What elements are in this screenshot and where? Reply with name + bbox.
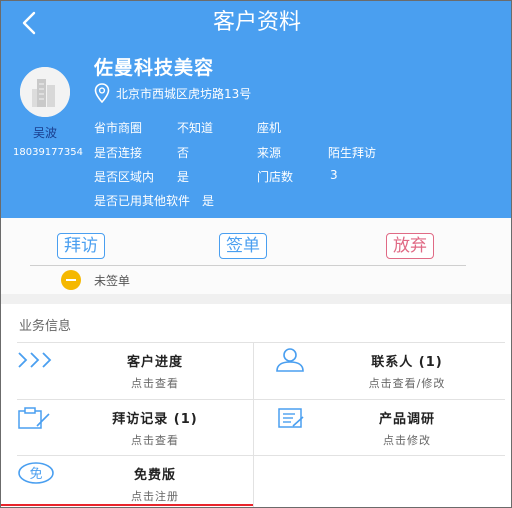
- navbar: 客户资料: [1, 1, 511, 45]
- cell-title: 客户进度: [126, 355, 183, 370]
- cell-subtitle: 点击注册: [131, 490, 179, 503]
- visit-button[interactable]: 拜访: [57, 233, 105, 259]
- info-label-in-region: 是否区域内: [94, 170, 155, 184]
- action-bar: 拜访 签单 放弃 未签单: [1, 218, 511, 294]
- info-label-other-software: 是否已用其他软件: [94, 194, 191, 208]
- grid-line: [253, 342, 254, 507]
- status-row: 未签单: [61, 270, 130, 290]
- survey-icon: [278, 408, 304, 428]
- cell-title: 产品调研: [378, 412, 435, 427]
- info-value-district: 不知道: [177, 121, 214, 135]
- free-version-cell[interactable]: 免 免费版 点击注册: [17, 456, 253, 507]
- minus-circle-icon: [61, 270, 81, 290]
- product-survey-cell[interactable]: 产品调研 点击修改: [269, 400, 505, 456]
- contacts-cell[interactable]: 联系人 (1) 点击查看/修改: [269, 343, 505, 399]
- avatar[interactable]: [20, 67, 70, 117]
- info-label-store-count: 门店数: [257, 170, 294, 184]
- cell-title: 免费版: [133, 468, 176, 483]
- person-icon: [276, 348, 304, 372]
- abandon-button[interactable]: 放弃: [386, 233, 434, 259]
- cell-subtitle: 点击查看: [131, 434, 179, 447]
- clipboard-icon: [18, 407, 50, 429]
- accent-line: [1, 504, 253, 506]
- sign-status: 未签单: [94, 273, 131, 288]
- info-value-connected: 否: [177, 146, 190, 160]
- location-pin-icon: [94, 83, 110, 103]
- store-name: 佐曼科技美容: [94, 57, 215, 79]
- customer-progress-cell[interactable]: 客户进度 点击查看: [17, 343, 253, 399]
- info-value-other-software: 是: [202, 194, 215, 208]
- divider: [30, 265, 466, 266]
- cell-title: 拜访记录 (1): [112, 412, 198, 427]
- info-value-in-region: 是: [177, 170, 190, 184]
- visit-records-cell[interactable]: 拜访记录 (1) 点击查看: [17, 400, 253, 456]
- cell-subtitle: 点击查看: [131, 377, 179, 390]
- free-icon: 免: [18, 462, 54, 484]
- info-label-landline: 座机: [257, 121, 282, 135]
- business-section-title: 业务信息: [19, 319, 72, 334]
- owner-name: 吴波: [32, 126, 57, 140]
- screen: 客户资料 吴波 18039177354 佐曼科技美容 北京市西城区虎坊路13号: [0, 0, 512, 508]
- page-title: 客户资料: [212, 10, 301, 35]
- section-gap: [1, 294, 511, 304]
- sign-button[interactable]: 签单: [219, 233, 267, 259]
- customer-profile-card: 吴波 18039177354 佐曼科技美容 北京市西城区虎坊路13号 省市商圈 …: [1, 45, 511, 218]
- chevrons-icon: [18, 352, 52, 368]
- store-address: 北京市西城区虎坊路13号: [116, 86, 252, 101]
- info-value-store-count: 3: [330, 168, 338, 182]
- building-icon: [20, 67, 70, 117]
- info-value-source: 陌生拜访: [328, 146, 377, 160]
- owner-phone[interactable]: 18039177354: [13, 147, 83, 158]
- svg-text:免: 免: [29, 467, 42, 482]
- cell-subtitle: 点击修改: [383, 434, 431, 447]
- info-label-connected: 是否连接: [94, 146, 143, 160]
- cell-title: 联系人 (1): [371, 355, 443, 370]
- cell-subtitle: 点击查看/修改: [368, 377, 446, 390]
- info-label-source: 来源: [257, 146, 282, 160]
- info-label-district: 省市商圈: [94, 121, 143, 135]
- address-row[interactable]: 北京市西城区虎坊路13号: [94, 83, 251, 103]
